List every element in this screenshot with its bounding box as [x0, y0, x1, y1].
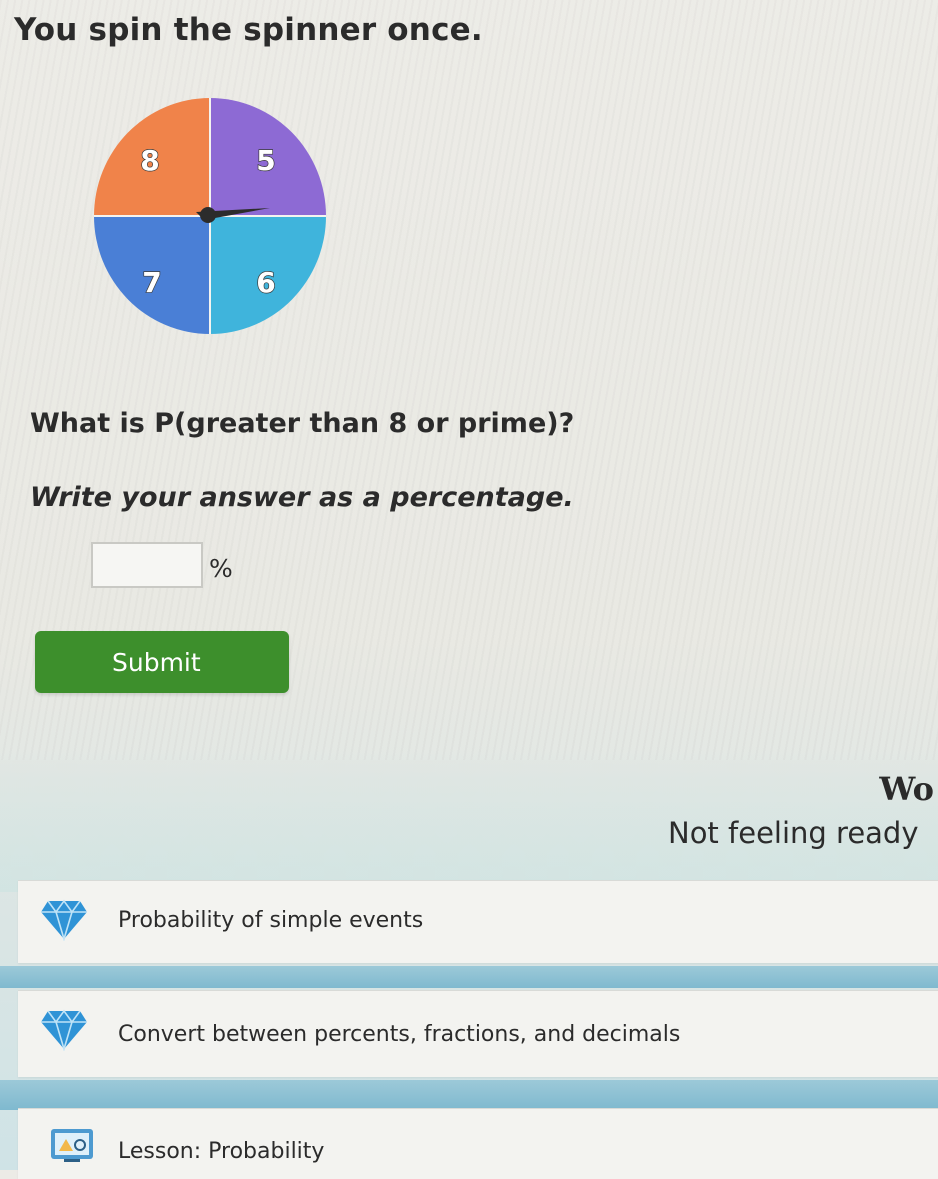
percent-sign: %	[209, 554, 233, 583]
spinner-label-6: 6	[256, 266, 275, 299]
work-it-out-heading: Wo	[879, 770, 934, 808]
skill-link-label: Probability of simple events	[118, 908, 424, 933]
diamond-icon	[41, 899, 87, 941]
question-title: You spin the spinner once.	[14, 12, 483, 48]
submit-button[interactable]: Submit	[35, 631, 289, 693]
spinner-label-7: 7	[142, 266, 161, 299]
answer-instruction: Write your answer as a percentage.	[30, 482, 574, 513]
lesson-icon	[51, 1129, 93, 1162]
question-prompt: What is P(greater than 8 or prime)?	[30, 408, 575, 439]
not-feeling-ready-text: Not feeling ready	[668, 816, 919, 850]
diamond-icon	[41, 1009, 87, 1051]
skill-link-label: Convert between percents, fractions, and…	[118, 1022, 681, 1047]
skill-link-probability-simple-events[interactable]: Probability of simple events	[18, 880, 938, 963]
teal-divider	[0, 966, 938, 988]
skill-link-convert-percents[interactable]: Convert between percents, fractions, and…	[18, 990, 938, 1077]
lesson-link-probability[interactable]: Lesson: Probability	[18, 1108, 938, 1179]
answer-input[interactable]	[91, 542, 203, 588]
spinner: 8 5 6 7	[94, 98, 326, 334]
teal-divider	[0, 1080, 938, 1110]
spinner-hub	[200, 207, 216, 223]
spinner-label-5: 5	[256, 144, 275, 177]
spinner-label-8: 8	[140, 144, 159, 177]
lesson-link-label: Lesson: Probability	[118, 1139, 325, 1164]
